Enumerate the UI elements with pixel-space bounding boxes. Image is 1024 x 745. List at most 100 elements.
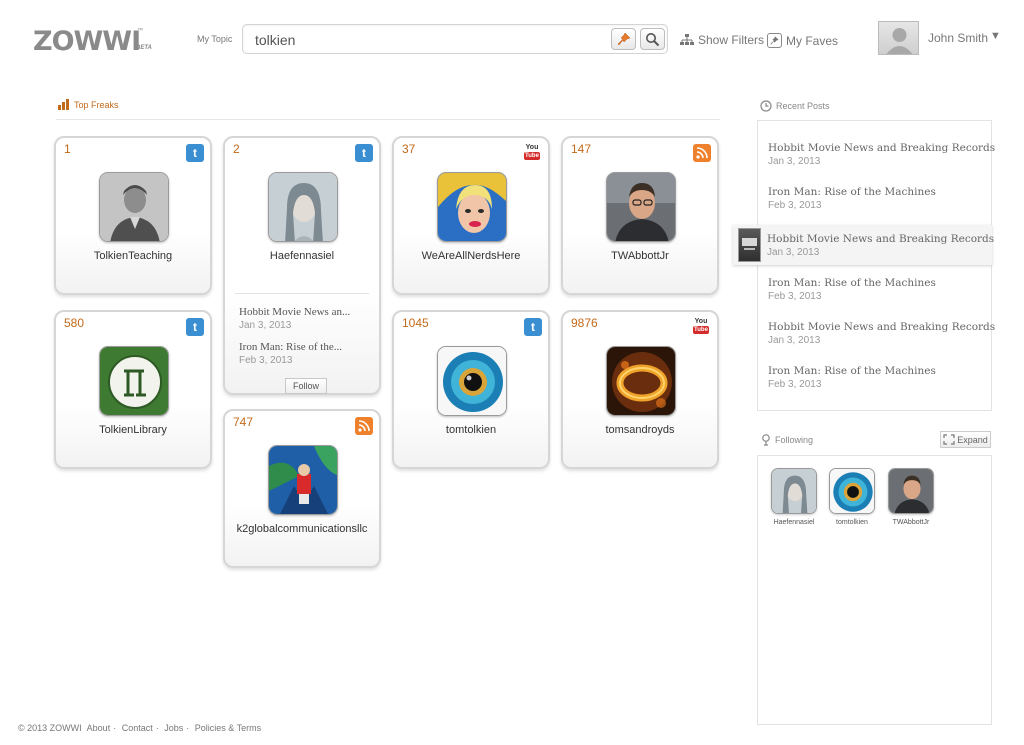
expand-icon (943, 434, 955, 445)
rank-number: 147 (571, 142, 592, 156)
user-name[interactable]: John Smith (928, 31, 988, 45)
freak-card[interactable]: 580 t TolkienLibrary (54, 310, 212, 469)
recent-post-item[interactable]: Iron Man: Rise of the Machines Feb 3, 20… (768, 186, 936, 211)
expand-button[interactable]: Expand (940, 431, 991, 448)
recent-post-title[interactable]: Iron Man: Rise of the Machines (768, 365, 936, 377)
twitter-icon[interactable]: t (355, 144, 373, 162)
rank-number: 1 (64, 142, 71, 156)
recent-post-item[interactable]: Hobbit Movie News and Breaking Records J… (768, 321, 995, 346)
topic-search-input[interactable] (255, 31, 595, 48)
top-freaks-heading: Top Freaks (58, 99, 119, 110)
card-post-title[interactable]: Hobbit Movie News an... (239, 306, 350, 318)
bar-chart-icon (58, 99, 69, 110)
freak-avatar[interactable] (437, 346, 507, 416)
rss-icon[interactable] (355, 417, 373, 435)
freak-card[interactable]: 747 k2globalcommunicationsllc (223, 409, 381, 568)
following-item[interactable]: tomtolkien (829, 468, 875, 526)
following-panel: Haefennasiel tomtolkien TWAbbottJr (757, 455, 992, 725)
freak-name[interactable]: TWAbbottJr (563, 250, 717, 262)
following-avatar[interactable] (829, 468, 875, 514)
freak-name[interactable]: tomtolkien (394, 424, 548, 436)
footer-separator: · (155, 723, 159, 733)
following-name[interactable]: Haefennasiel (771, 519, 817, 526)
recent-post-title[interactable]: Hobbit Movie News and Breaking Records (768, 142, 995, 154)
freak-card[interactable]: 37 You Tube WeAreAllNerdsHere (392, 136, 550, 295)
show-filters-label: Show Filters (698, 33, 765, 47)
footer: © 2013 ZOWWI About · Contact · Jobs · Polic… (18, 723, 264, 733)
freak-avatar[interactable] (99, 172, 169, 242)
card-post-title[interactable]: Iron Man: Rise of the... (239, 341, 342, 353)
footer-link-about[interactable]: About (87, 723, 111, 733)
following-item[interactable]: Haefennasiel (771, 468, 817, 526)
recent-post-date: Feb 3, 2013 (768, 200, 822, 211)
freak-avatar[interactable] (606, 346, 676, 416)
freak-avatar[interactable] (268, 445, 338, 515)
logo-beta-label: BETA (136, 45, 152, 51)
zowwi-logo[interactable]: ZOWWI (33, 26, 141, 57)
footer-link-contact[interactable]: Contact (122, 723, 153, 733)
following-item[interactable]: TWAbbottJr (888, 468, 934, 526)
rank-number: 1045 (402, 316, 429, 330)
my-faves-link[interactable]: My Faves (767, 33, 838, 48)
freak-name[interactable]: TolkienTeaching (56, 250, 210, 262)
freak-name[interactable]: TolkienLibrary (56, 424, 210, 436)
top-freaks-title: Top Freaks (74, 99, 119, 110)
rank-number: 9876 (571, 316, 598, 330)
recent-post-title[interactable]: Hobbit Movie News and Breaking Records (768, 321, 995, 333)
pin-topic-button[interactable] (611, 28, 636, 50)
post-thumbnail[interactable] (738, 228, 761, 262)
my-faves-label: My Faves (786, 33, 839, 48)
card-post-date: Jan 3, 2013 (239, 320, 292, 331)
rank-number: 2 (233, 142, 240, 156)
default-avatar-icon (886, 28, 913, 54)
recent-post-title[interactable]: Iron Man: Rise of the Machines (768, 186, 936, 198)
recent-post-date: Jan 3, 2013 (768, 156, 821, 167)
recent-post-item[interactable]: Hobbit Movie News and Breaking Records J… (767, 233, 994, 258)
person-pin-icon (762, 434, 770, 446)
follow-button[interactable]: Follow (285, 378, 327, 394)
following-name[interactable]: tomtolkien (829, 519, 875, 526)
youtube-icon[interactable]: You Tube (522, 142, 542, 162)
twitter-icon[interactable]: t (186, 318, 204, 336)
freak-card-expanded[interactable]: 2 t Haefennasiel Hobbit Movie News an...… (223, 136, 381, 395)
freak-avatar[interactable] (437, 172, 507, 242)
show-filters-link[interactable]: Show Filters (680, 33, 764, 47)
freak-card[interactable]: 1 t TolkienTeaching (54, 136, 212, 295)
recent-post-item[interactable]: Iron Man: Rise of the Machines Feb 3, 20… (768, 277, 936, 302)
recent-post-date: Jan 3, 2013 (767, 247, 820, 258)
following-title: Following (775, 435, 814, 445)
rank-number: 37 (402, 142, 416, 156)
following-avatar[interactable] (771, 468, 817, 514)
topic-search-box (242, 24, 668, 54)
freak-name[interactable]: WeAreAllNerdsHere (394, 250, 548, 262)
youtube-icon[interactable]: You Tube (691, 316, 711, 336)
twitter-icon[interactable]: t (186, 144, 204, 162)
following-name[interactable]: TWAbbottJr (888, 519, 934, 526)
freak-card[interactable]: 9876 You Tube tomsandroyds (561, 310, 719, 469)
rank-number: 747 (233, 415, 254, 429)
recent-post-title[interactable]: Hobbit Movie News and Breaking Records (767, 233, 994, 245)
freak-avatar[interactable] (99, 346, 169, 416)
twitter-icon[interactable]: t (524, 318, 542, 336)
recent-post-item[interactable]: Hobbit Movie News and Breaking Records J… (768, 142, 995, 167)
user-menu-caret-icon[interactable]: ▼ (990, 30, 1001, 42)
faves-pin-icon (767, 33, 782, 48)
freak-name[interactable]: Haefennasiel (225, 250, 379, 262)
my-topic-label: My Topic (197, 34, 233, 44)
recent-post-item[interactable]: Iron Man: Rise of the Machines Feb 3, 20… (768, 365, 936, 390)
rss-icon[interactable] (693, 144, 711, 162)
freak-card[interactable]: 1045 t tomtolkien (392, 310, 550, 469)
freak-name[interactable]: k2globalcommunicationsllc (225, 523, 379, 535)
recent-post-title[interactable]: Iron Man: Rise of the Machines (768, 277, 936, 289)
freak-card[interactable]: 147 TWAbbottJr (561, 136, 719, 295)
freak-name[interactable]: tomsandroyds (563, 424, 717, 436)
footer-link-policies[interactable]: Policies & Terms (195, 723, 261, 733)
recent-post-date: Jan 3, 2013 (768, 335, 821, 346)
user-avatar[interactable] (878, 21, 919, 55)
following-avatar[interactable] (888, 468, 934, 514)
freak-avatar[interactable] (606, 172, 676, 242)
freak-avatar[interactable] (268, 172, 338, 242)
search-button[interactable] (640, 28, 665, 50)
rank-number: 580 (64, 316, 85, 330)
footer-link-jobs[interactable]: Jobs (164, 723, 183, 733)
